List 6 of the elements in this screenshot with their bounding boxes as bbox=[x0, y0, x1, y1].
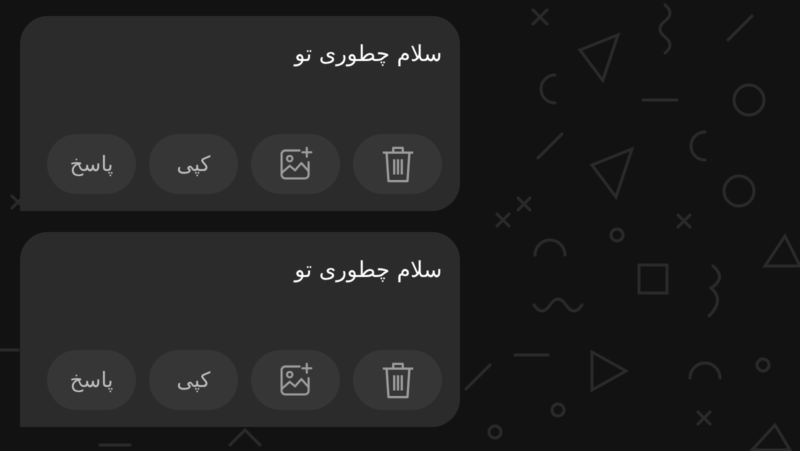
action-button[interactable]: پاسخ bbox=[47, 350, 136, 410]
action-button[interactable]: کپی bbox=[149, 350, 238, 410]
action-button[interactable]: کپی bbox=[149, 134, 238, 194]
action-button[interactable]: پاسخ bbox=[47, 134, 136, 194]
message-text: سلام چطوری تو bbox=[294, 42, 442, 67]
message-text: سلام چطوری تو bbox=[294, 258, 442, 283]
